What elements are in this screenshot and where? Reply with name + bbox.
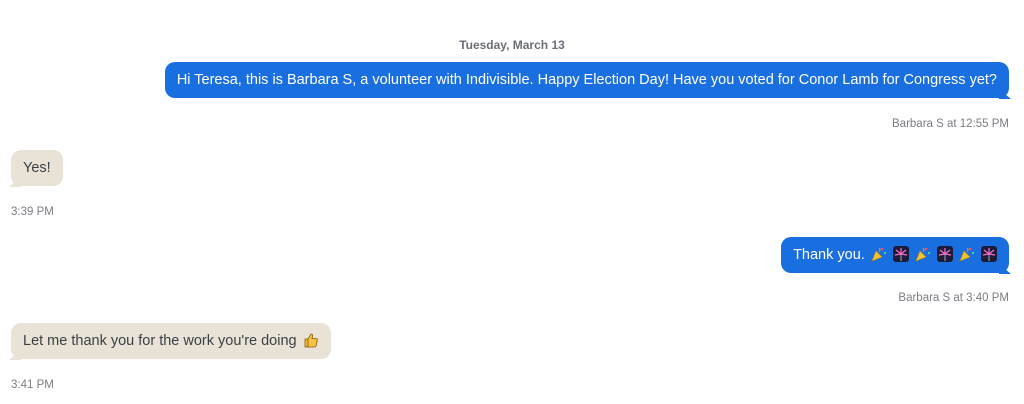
party-popper-icon — [915, 247, 931, 262]
message-meta: Barbara S at 12:55 PM — [892, 118, 1009, 130]
outgoing-message[interactable]: Thank you. — [781, 237, 1009, 273]
message-text: Thank you. — [793, 247, 865, 263]
thumbs-up-icon — [304, 333, 318, 348]
party-popper-icon — [871, 247, 886, 262]
fireworks-icon — [892, 246, 909, 262]
incoming-message[interactable]: Let me thank you for the work you're doi… — [11, 323, 331, 359]
message-text: Hi Teresa, this is Barbara S, a voluntee… — [176, 72, 997, 88]
message-timestamp: 3:39 PM — [11, 206, 54, 218]
incoming-message[interactable]: Yes! — [11, 150, 63, 186]
message-timestamp: 3:41 PM — [11, 379, 54, 391]
party-popper-icon — [959, 247, 975, 262]
message-thread: Tuesday, March 13 Hi Teresa, this is Bar… — [0, 0, 1024, 404]
message-text: Let me thank you for the work you're doi… — [23, 333, 297, 349]
message-text: Yes! — [23, 160, 51, 176]
message-meta: Barbara S at 3:40 PM — [898, 292, 1009, 304]
fireworks-icon — [936, 246, 953, 262]
fireworks-icon — [981, 246, 997, 262]
outgoing-message[interactable]: Hi Teresa, this is Barbara S, a voluntee… — [164, 62, 1009, 98]
date-separator: Tuesday, March 13 — [459, 38, 565, 52]
